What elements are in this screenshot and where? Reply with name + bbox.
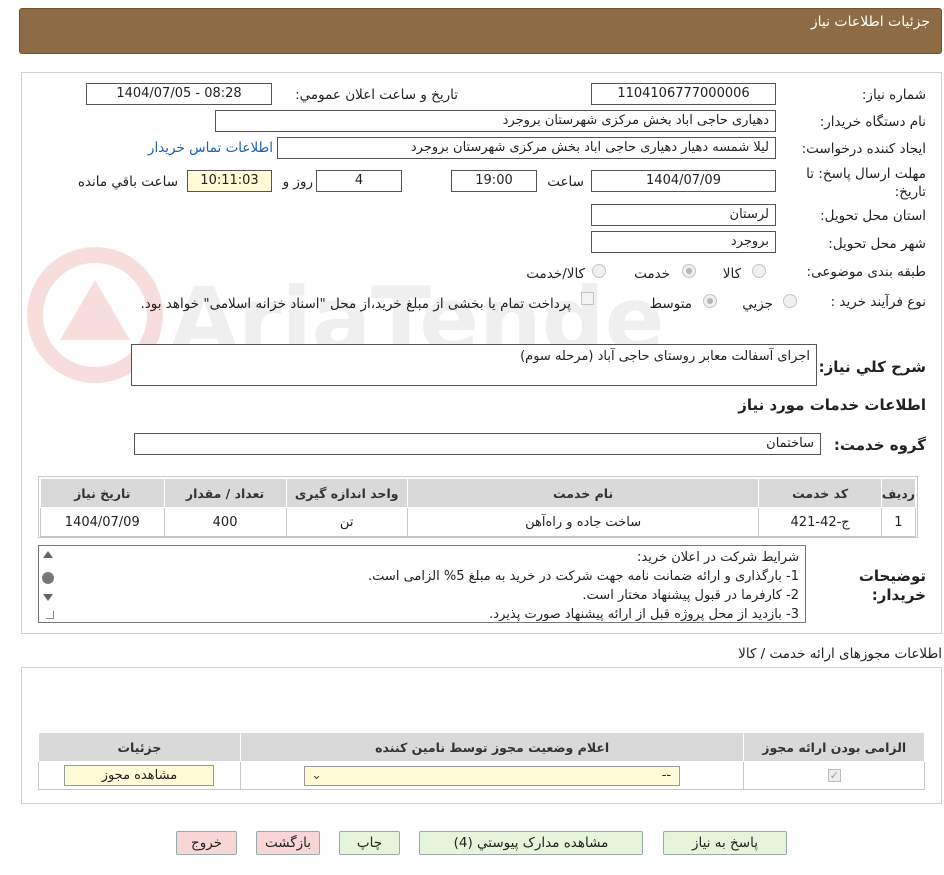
- process-partial-label: جزيي: [742, 296, 773, 312]
- creator-field: لیلا شمسه دهیار دهیاری حاجی اباد بخش مرک…: [277, 137, 776, 159]
- table-row: ✓ -- ⌄ مشاهده مجوز: [38, 761, 925, 790]
- province-label: استان محل تحويل:: [820, 208, 926, 224]
- col-qty: تعداد / مقدار: [163, 478, 287, 508]
- scroll-thumb[interactable]: [42, 572, 54, 584]
- deadline-date-field: 1404/07/09: [591, 170, 776, 192]
- cell-qty: 400: [163, 507, 287, 537]
- days-label: روز و: [282, 174, 313, 190]
- cell-name: ساخت جاده و راه‌آهن: [406, 507, 760, 537]
- cell-permit-status: -- ⌄: [239, 761, 745, 790]
- notes-line: 2- کارفرما در قبول پیشنهاد مختار است.: [582, 588, 799, 603]
- cell-date: 1404/07/09: [40, 507, 165, 537]
- notes-box[interactable]: شرایط شرکت در اعلان خرید: 1- بارگذاری و …: [38, 545, 806, 623]
- treasury-checkbox[interactable]: [581, 292, 594, 305]
- deadline-time-field: 19:00: [451, 170, 537, 192]
- process-medium-radio[interactable]: [703, 294, 717, 308]
- service-group-label: گروه خدمت:: [833, 436, 926, 454]
- process-medium-label: متوسط: [649, 296, 692, 312]
- permits-heading: اطلاعات مجوزهای ارائه خدمت / کالا: [738, 646, 942, 662]
- creator-label: ايجاد کننده درخواست:: [801, 141, 926, 157]
- buyer-org-label: نام دستگاه خريدار:: [819, 114, 926, 130]
- col-date: تاريخ نياز: [40, 478, 165, 508]
- permits-table: الزامی بودن ارائه مجوز اعلام وضعیت مجوز …: [38, 732, 925, 790]
- notes-scrollbar[interactable]: [40, 549, 56, 621]
- view-permit-button[interactable]: مشاهده مجوز: [64, 765, 215, 786]
- payment-note: پرداخت تمام یا بخشی از مبلغ خرید،از محل …: [140, 296, 571, 312]
- col-unit: واحد اندازه گيری: [285, 478, 408, 508]
- permit-status-value: --: [661, 767, 672, 783]
- col-code: کد خدمت: [758, 478, 882, 508]
- col-permit-status: اعلام وضعیت مجوز توسط نامین کننده: [239, 732, 745, 762]
- need-number-label: شماره نیاز:: [861, 87, 926, 103]
- province-field: لرستان: [591, 204, 776, 226]
- services-heading: اطلاعات خدمات مورد نياز: [738, 396, 926, 414]
- buyer-org-field: دهیاری حاجی اباد بخش مرکزی شهرستان بروجر…: [215, 110, 776, 132]
- category-both-label: کالا/خدمت: [526, 266, 585, 282]
- scroll-up-icon[interactable]: [43, 551, 53, 558]
- process-partial-radio[interactable]: [783, 294, 797, 308]
- announce-label: تاریخ و ساعت اعلان عمومي:: [295, 87, 458, 103]
- scroll-down-icon[interactable]: [43, 594, 53, 601]
- services-table: رديف کد خدمت نام خدمت واحد اندازه گيری ت…: [40, 478, 917, 537]
- print-button[interactable]: چاپ: [339, 831, 400, 855]
- description-field[interactable]: اجرای آسفالت معابر روستای حاجی آباد (مرح…: [131, 344, 817, 386]
- reply-button[interactable]: پاسخ به نياز: [663, 831, 787, 855]
- page-title: جزئیات اطلاعات نیاز: [810, 14, 930, 30]
- cell-code: ج-42-421: [758, 507, 882, 537]
- service-group-field: ساختمان: [134, 433, 821, 455]
- cell-unit: تن: [285, 507, 408, 537]
- buyer-contact-link[interactable]: اطلاعات تماس خريدار: [148, 140, 273, 156]
- category-both-radio[interactable]: [592, 264, 606, 278]
- category-service-radio[interactable]: [682, 264, 696, 278]
- category-label: طبقه بندی موضوعی:: [806, 264, 926, 280]
- back-button[interactable]: بازگشت: [256, 831, 320, 855]
- category-goods-radio[interactable]: [752, 264, 766, 278]
- chevron-down-icon: ⌄: [311, 767, 323, 783]
- notes-line: 1- بارگذاری و ارائه ضمانت نامه جهت شرکت …: [368, 569, 799, 584]
- notes-label: توضيحات خريدار:: [858, 567, 926, 604]
- cell-row: 1: [880, 507, 917, 537]
- services-table-header: رديف کد خدمت نام خدمت واحد اندازه گيری ت…: [40, 478, 917, 508]
- col-name: نام خدمت: [406, 478, 760, 508]
- exit-button[interactable]: خروج: [176, 831, 237, 855]
- city-label: شهر محل تحويل:: [828, 236, 926, 252]
- notes-line: 3- بازدید از محل پروژه قبل از ارائه پیشن…: [489, 607, 799, 622]
- col-permit-details: جزئيات: [38, 732, 241, 762]
- cell-permit-required: ✓: [743, 761, 925, 790]
- table-row: 1 ج-42-421 ساخت جاده و راه‌آهن تن 400 14…: [40, 507, 917, 537]
- col-permit-required: الزامی بودن ارائه مجوز: [743, 732, 925, 762]
- notes-line: شرایط شرکت در اعلان خرید:: [637, 550, 799, 565]
- attachments-button[interactable]: مشاهده مدارک پيوستي (4): [419, 831, 643, 855]
- city-field: بروجرد: [591, 231, 776, 253]
- deadline-time-label: ساعت: [547, 174, 584, 190]
- need-number-field: 1104106777000006: [591, 83, 776, 105]
- remaining-time-field: 10:11:03: [187, 170, 272, 192]
- permit-required-checkbox[interactable]: ✓: [827, 769, 841, 782]
- permits-table-header: الزامی بودن ارائه مجوز اعلام وضعیت مجوز …: [38, 732, 925, 762]
- cell-permit-details: مشاهده مجوز: [38, 761, 241, 790]
- remaining-label: ساعت باقي مانده: [77, 174, 178, 190]
- page-header: [19, 8, 942, 54]
- deadline-label: مهلت ارسال پاسخ: تا تاريخ:: [806, 166, 926, 200]
- col-row: رديف: [880, 478, 917, 508]
- process-label: نوع فرآيند خريد :: [830, 294, 926, 310]
- resize-grip-icon[interactable]: [46, 611, 54, 619]
- announce-field: 1404/07/05 - 08:28: [86, 83, 272, 105]
- permit-status-select[interactable]: -- ⌄: [304, 765, 681, 786]
- days-field: 4: [316, 170, 402, 192]
- category-service-label: خدمت: [634, 266, 670, 282]
- category-goods-label: کالا: [722, 266, 741, 282]
- description-label: شرح کلي نياز:: [818, 358, 926, 376]
